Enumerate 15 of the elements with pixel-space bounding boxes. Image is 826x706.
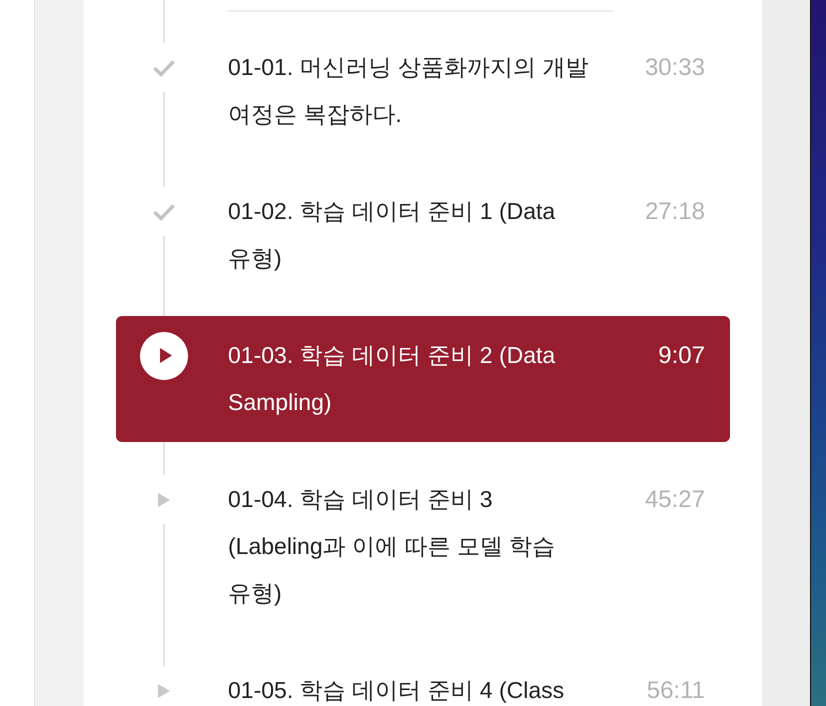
lecture-duration: 45:27 [644, 485, 705, 515]
lecture-duration: 30:33 [644, 53, 705, 83]
lecture-item[interactable]: 01-01. 머신러닝 상품화까지의 개발 여정은 복잡하다. 30:33 [116, 28, 730, 154]
lecture-title: 01-02. 학습 데이터 준비 1 (Data 유형) [228, 197, 556, 273]
lecture-duration: 27:18 [644, 197, 705, 227]
lecture-item[interactable]: 01-05. 학습 데이터 준비 4 (Class 56:11 [116, 651, 730, 706]
lecture-item[interactable]: 01-02. 학습 데이터 준비 1 (Data 유형) 27:18 [116, 172, 730, 298]
lecture-item[interactable]: 01-04. 학습 데이터 준비 3 (Labeling과 이에 따른 모델 학습 유형) 45:27 [116, 460, 730, 633]
lecture-title: 01-04. 학습 데이터 준비 3 (Labeling과 이에 따른 모델 학습 유형) [228, 485, 556, 608]
lecture-duration: 56:11 [646, 676, 705, 706]
lecture-title: 01-05. 학습 데이터 준비 4 (Class [228, 676, 566, 705]
lecture-title: 01-01. 머신러닝 상품화까지의 개발 여정은 복잡하다. [228, 53, 590, 129]
lecture-duration: 9:07 [658, 341, 705, 371]
lecture-title: 01-03. 학습 데이터 준비 2 (Data Sampling) [228, 341, 556, 417]
lecture-item[interactable]: 01-03. 학습 데이터 준비 2 (Data Sampling) 9:07 [116, 316, 730, 442]
